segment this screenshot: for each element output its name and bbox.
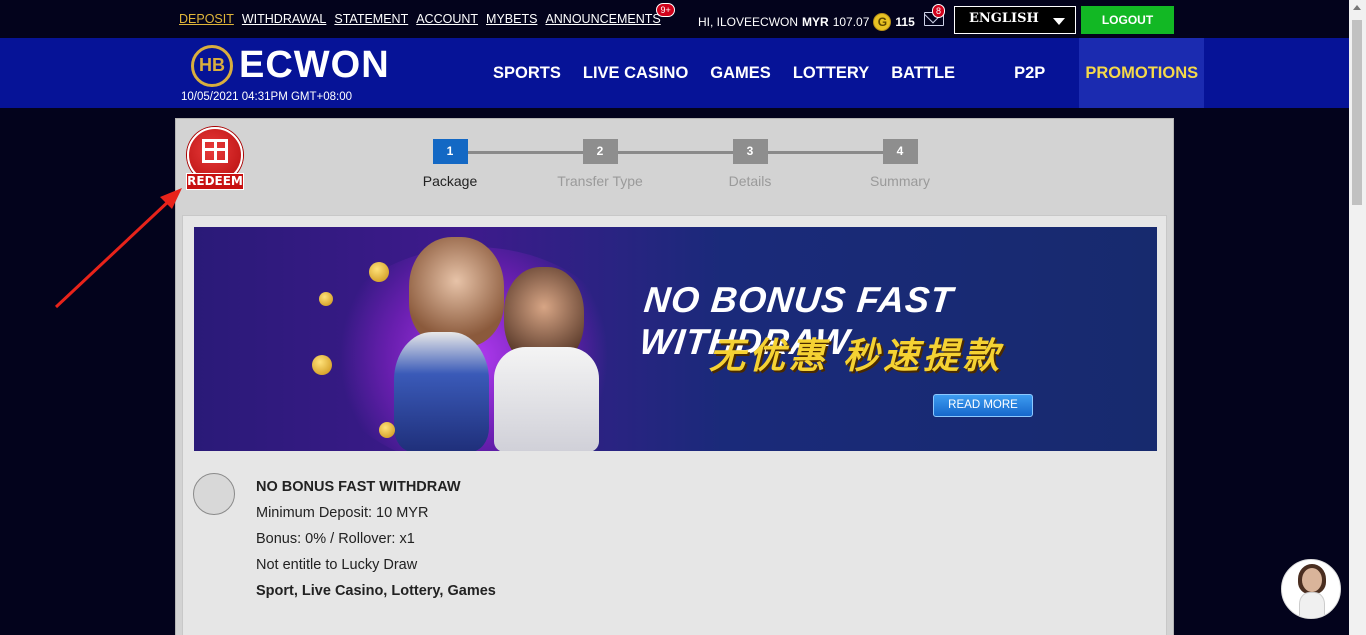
- step-summary[interactable]: 4 Summary: [850, 139, 950, 189]
- statement-link[interactable]: STATEMENT: [334, 12, 408, 26]
- nav-live-casino[interactable]: LIVE CASINO: [572, 38, 699, 108]
- withdrawal-link[interactable]: WITHDRAWAL: [242, 12, 327, 26]
- mail-badge: 8: [932, 4, 946, 18]
- package-bonus: Bonus: 0% / Rollover: x1: [256, 531, 415, 547]
- coin-amount: 115: [895, 15, 915, 29]
- deposit-link[interactable]: DEPOSIT: [179, 12, 234, 26]
- step-label: Transfer Type: [557, 173, 643, 189]
- nav-promotions[interactable]: PROMOTIONS: [1079, 38, 1205, 108]
- step-transfer-type[interactable]: 2 Transfer Type: [550, 139, 650, 189]
- package-games: Sport, Live Casino, Lottery, Games: [256, 583, 496, 599]
- scrollbar-thumb[interactable]: [1352, 20, 1362, 205]
- step-label: Details: [728, 173, 772, 189]
- logout-button[interactable]: LOGOUT: [1081, 6, 1174, 34]
- coin-icon: [319, 292, 333, 306]
- nav-sports[interactable]: SPORTS: [482, 38, 572, 108]
- package-title: NO BONUS FAST WITHDRAW: [256, 479, 461, 495]
- step-number: 1: [432, 139, 468, 164]
- gift-icon: [202, 139, 228, 163]
- coin-icon: [369, 262, 389, 282]
- logo-mark: HB: [191, 44, 233, 87]
- coin-icon: [312, 355, 332, 375]
- step-label: Package: [422, 173, 478, 189]
- coin-icon: [379, 422, 395, 438]
- package-lucky-draw: Not entitle to Lucky Draw: [256, 557, 418, 573]
- logo-text: ECWON: [239, 44, 390, 86]
- main-nav: SPORTS LIVE CASINO GAMES LOTTERY BATTLE …: [482, 38, 1205, 108]
- redeem-label: REDEEM: [186, 173, 244, 190]
- banner-figure: [409, 237, 504, 347]
- live-chat-button[interactable]: [1281, 559, 1341, 619]
- announcements-link[interactable]: ANNOUNCEMENTS: [545, 12, 660, 26]
- top-bar: DEPOSIT WITHDRAWAL STATEMENT ACCOUNT MYB…: [0, 0, 1366, 38]
- language-value: ENGLISH: [969, 11, 1039, 26]
- scrollbar[interactable]: [1349, 0, 1366, 635]
- user-info: HI, ILOVEECWON MYR 107.07 G 115: [698, 13, 915, 31]
- nav-p2p[interactable]: P2P: [966, 38, 1079, 108]
- banner-figure: [494, 347, 599, 451]
- package-details: NO BONUS FAST WITHDRAW Minimum Deposit: …: [256, 479, 496, 599]
- account-link[interactable]: ACCOUNT: [416, 12, 478, 26]
- stepper-line: [450, 151, 900, 154]
- chat-avatar-face: [1302, 568, 1322, 592]
- nav-games[interactable]: GAMES: [699, 38, 782, 108]
- main-header: HB ECWON 10/05/2021 04:31PM GMT+08:00 SP…: [0, 38, 1366, 108]
- package-card: NO BONUS FAST WITHDRAW 无优惠 秒速提款 READ MOR…: [182, 215, 1167, 635]
- banner-subline: 无优惠 秒速提款: [709, 335, 1004, 376]
- package-radio[interactable]: [193, 473, 235, 515]
- chat-avatar-body: [1299, 592, 1325, 618]
- language-select[interactable]: ENGLISH: [954, 6, 1076, 34]
- datetime: 10/05/2021 04:31PM GMT+08:00: [181, 91, 353, 103]
- announcements-wrap: ANNOUNCEMENTS 9+: [545, 3, 675, 26]
- mybets-link[interactable]: MYBETS: [486, 12, 537, 26]
- logo[interactable]: HB ECWON: [191, 44, 390, 87]
- caret-down-icon: [1053, 18, 1065, 25]
- redeem-button[interactable]: REDEEM: [186, 127, 244, 191]
- annotation-arrow-shaft: [54, 198, 172, 309]
- coin-icon: G: [873, 13, 892, 31]
- step-details[interactable]: 3 Details: [700, 139, 800, 189]
- step-number: 3: [732, 139, 768, 164]
- banner-figure: [394, 332, 489, 451]
- announcements-badge: 9+: [656, 3, 675, 17]
- package-min-deposit: Minimum Deposit: 10 MYR: [256, 505, 429, 521]
- scroll-up-icon[interactable]: [1353, 5, 1361, 10]
- balance: 107.07: [832, 15, 870, 29]
- nav-lottery[interactable]: LOTTERY: [782, 38, 880, 108]
- step-package[interactable]: 1 Package: [400, 139, 500, 189]
- nav-battle[interactable]: BATTLE: [880, 38, 966, 108]
- account-links: DEPOSIT WITHDRAWAL STATEMENT ACCOUNT MYB…: [179, 3, 675, 26]
- read-more-button[interactable]: READ MORE: [933, 394, 1033, 417]
- stepper: 1 Package 2 Transfer Type 3 Details 4 Su…: [423, 139, 984, 189]
- currency: MYR: [802, 15, 829, 29]
- step-number: 2: [582, 139, 618, 164]
- step-label: Summary: [870, 173, 930, 189]
- promotion-panel: REDEEM 1 Package 2 Transfer Type 3 Detai…: [175, 118, 1174, 635]
- step-number: 4: [882, 139, 918, 164]
- greeting: HI, ILOVEECWON: [698, 15, 799, 29]
- promo-banner[interactable]: NO BONUS FAST WITHDRAW 无优惠 秒速提款 READ MOR…: [194, 227, 1157, 451]
